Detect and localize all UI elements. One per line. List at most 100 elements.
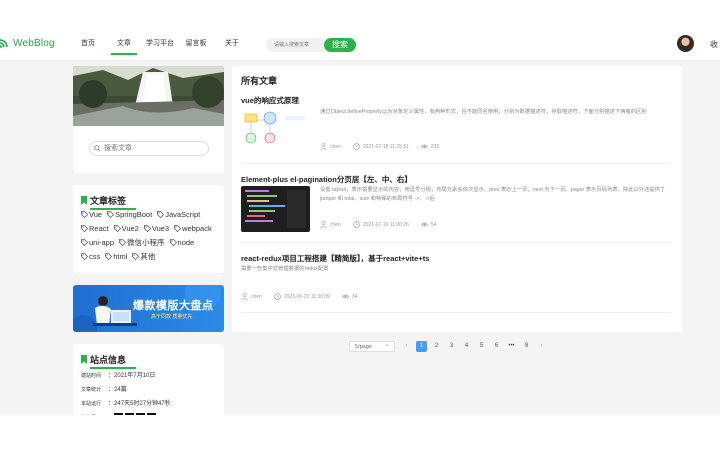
tag-link[interactable]: React	[81, 223, 109, 233]
nav-articles[interactable]: 文章	[106, 36, 142, 56]
info-value: 2021年7月10日	[114, 373, 156, 379]
prev-page-button[interactable]: ‹	[401, 341, 412, 352]
page-button[interactable]: 6	[491, 341, 502, 352]
info-key: 建站时间	[81, 373, 102, 379]
article-summary: 通过Object.defineProperty以为对象定义属性，有两种形式，且不…	[320, 109, 647, 115]
author-name: chen	[330, 143, 341, 150]
info-value: 247天5时27分钟47秒	[114, 401, 171, 407]
clock-icon	[353, 221, 360, 228]
article-meta: chen 2021-07-16 11:00:26 54	[320, 221, 448, 228]
view-count: 235	[430, 143, 440, 150]
tag-link[interactable]: uni-app	[81, 237, 114, 247]
article-item[interactable]: react-redux项目工程搭建【精简版】，基于react+vite+ts 需…	[241, 253, 671, 311]
info-rows: 建站时间 ：2021年7月10日 文章统计 ：24篇 本站运行 ：247天5时27分钟…	[81, 370, 171, 415]
page-button[interactable]: 9	[521, 341, 532, 352]
svg-text:…: …	[283, 134, 287, 139]
tag-link[interactable]: Vue2	[113, 223, 139, 233]
article-title[interactable]: react-redux项目工程搭建【精简版】，基于react+vite+ts	[241, 253, 671, 264]
header-right-link[interactable]: 收	[710, 39, 718, 50]
page: WebBlog 首页 文章 学习平台 留言板 关于 搜索 收	[0, 0, 720, 415]
page-button[interactable]: 4	[461, 341, 472, 352]
tag-label: SpringBoot	[115, 209, 153, 219]
post-date: 2021-07-16 11:00:26	[362, 221, 409, 228]
waterfall-image	[73, 66, 224, 126]
info-key: 本站运行	[81, 401, 102, 407]
page-button[interactable]: 5	[476, 341, 487, 352]
tag-link[interactable]: JavaScript	[157, 209, 200, 219]
eye-icon	[341, 294, 349, 299]
tag-link[interactable]: Vue	[81, 209, 102, 219]
sidebar-search-input[interactable]	[104, 142, 200, 155]
site-logo[interactable]: WebBlog	[0, 37, 55, 49]
tag-icon	[81, 238, 88, 246]
article-title[interactable]: Element-plus el-pagination分页居【左、中、右】	[241, 174, 671, 185]
next-page-button[interactable]: ›	[536, 341, 547, 352]
nav-about[interactable]: 关于	[214, 36, 250, 56]
site-info-card: 站点信息 建站时间 ：2021年7月10日 文章统计 ：24篇 本站运行 ：247天5…	[73, 344, 224, 415]
qr-code-icon	[114, 412, 124, 415]
title-underline	[90, 367, 136, 369]
brand-name: WebBlog	[13, 37, 55, 49]
tag-label: JavaScript	[165, 209, 201, 219]
promo-banner[interactable]: 爆款模版大盘点 高于同款 质量优先	[73, 285, 224, 332]
article-item[interactable]: vue的响应式原理 … 通过Object.defineProperty以为对象定…	[241, 95, 671, 161]
tag-link[interactable]: webpack	[174, 223, 212, 233]
meta-date: 2021-07-16 11:00:26	[353, 221, 409, 228]
tag-icon	[157, 210, 165, 218]
article-thumbnail[interactable]	[241, 186, 310, 232]
article-divider	[241, 312, 671, 313]
page-button[interactable]: 3	[446, 341, 457, 352]
nav-guestbook[interactable]: 留言板	[178, 36, 214, 56]
page-ellipsis-button[interactable]: •••	[506, 341, 517, 352]
view-count: 34	[351, 293, 358, 300]
tag-label: node	[177, 237, 195, 247]
banner-subtitle: 高于同款 质量优先	[151, 314, 193, 320]
header-search-button[interactable]: 搜索	[324, 38, 356, 52]
tag-link[interactable]: node	[169, 237, 195, 247]
article-list-card: 所有文章 vue的响应式原理 … 通过Object.defineProperty…	[232, 66, 682, 332]
header-search-input[interactable]	[266, 38, 328, 52]
tag-list: Vue SpringBoot JavaScript React Vue2 Vue3 webp…	[81, 209, 221, 265]
tags-section-title: 文章标签	[81, 194, 136, 210]
article-list-title: 所有文章	[241, 76, 278, 86]
tag-label: React	[89, 223, 109, 233]
article-summary: 需要一些集中式管理数据的redux配置	[241, 266, 329, 272]
meta-author: chen	[241, 293, 262, 300]
tag-icon	[113, 224, 121, 232]
user-icon	[241, 293, 248, 300]
tag-link[interactable]: 微信小程序	[119, 237, 165, 247]
article-summary: 设置 layout，表示需要显示的内容，用逗号分隔，布局元素会依次显示。prev…	[320, 187, 666, 202]
nav-home[interactable]: 首页	[70, 36, 106, 56]
tag-link[interactable]: css	[81, 251, 100, 261]
user-avatar[interactable]	[677, 35, 694, 52]
tag-link[interactable]: SpringBoot	[107, 209, 152, 219]
nav-learning[interactable]: 学习平台	[142, 36, 178, 56]
tag-link[interactable]: Vue3	[143, 223, 170, 233]
tag-link[interactable]: 其他	[132, 251, 155, 261]
article-meta: chen 2021-07-18 11:25:51 235	[320, 143, 451, 150]
article-item[interactable]: Element-plus el-pagination分页居【左、中、右】 设置 …	[241, 174, 671, 240]
tag-icon	[81, 210, 88, 218]
info-value: 24篇	[114, 387, 127, 393]
article-title[interactable]: vue的响应式原理	[241, 95, 671, 106]
tag-link[interactable]: html	[105, 251, 127, 261]
article-thumbnail[interactable]: …	[241, 108, 310, 154]
tag-icon	[169, 238, 177, 246]
clock-icon	[353, 143, 360, 150]
sidebar-search	[89, 141, 209, 156]
page-button[interactable]: 1	[416, 341, 427, 352]
info-section-title: 站点信息	[81, 353, 136, 369]
info-row: 微信号：	[81, 412, 171, 415]
meta-author: chen	[320, 221, 341, 228]
tag-label: Vue3	[151, 223, 170, 233]
qr-code-icon	[125, 412, 135, 415]
user-icon	[320, 143, 327, 150]
info-row: 建站时间 ：2021年7月10日	[81, 370, 171, 384]
tag-icon	[107, 210, 115, 218]
info-key: 文章统计	[81, 387, 102, 393]
page-button[interactable]: 2	[431, 341, 442, 352]
header-search: 搜索	[266, 38, 356, 52]
tag-label: 微信小程序	[127, 237, 165, 247]
tag-icon	[81, 252, 88, 260]
page-size-select[interactable]: 5/page	[349, 339, 395, 352]
